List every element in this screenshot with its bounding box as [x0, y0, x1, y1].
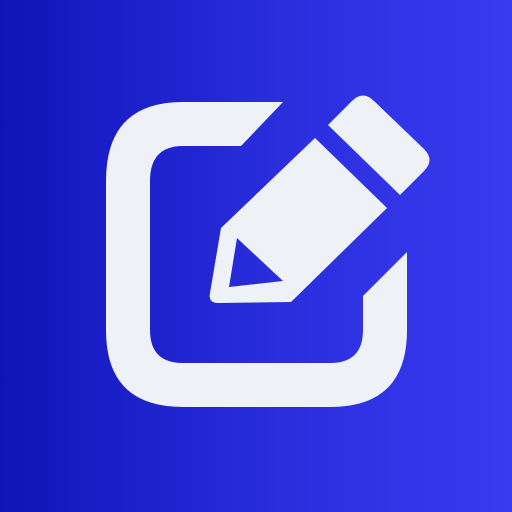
edit-icon: [106, 95, 430, 407]
edit-app-icon[interactable]: [0, 0, 512, 512]
pencil-body: [209, 138, 387, 303]
